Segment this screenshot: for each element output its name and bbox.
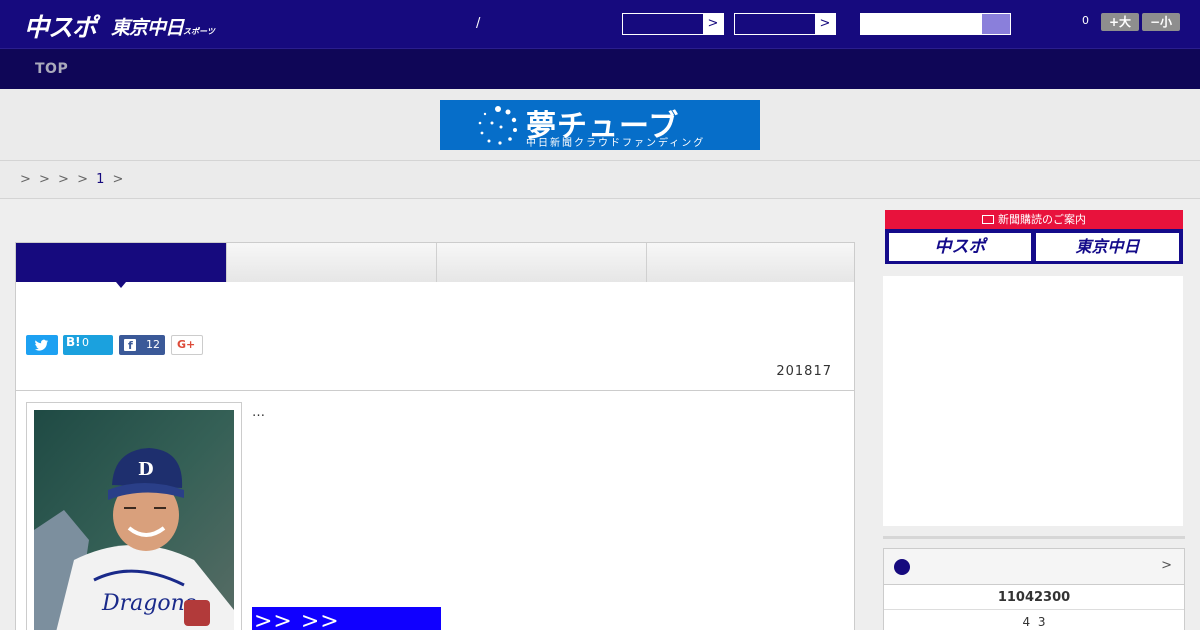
chevron-right-icon: > [703, 14, 723, 34]
article-photo-frame: Dragons D [26, 402, 242, 630]
tab-3[interactable] [436, 243, 646, 282]
score-row[interactable]: 11042300 [884, 586, 1184, 610]
subscribe-tokyo-button[interactable]: 東京中日 [1036, 233, 1179, 261]
global-nav: TOP [0, 48, 1200, 89]
svg-text:Dragons: Dragons [101, 591, 196, 616]
facebook-count: 12 [146, 338, 160, 351]
divider [0, 160, 1200, 161]
site-header: 中スポ 東京中日スポーツ / > > 0 +大 −小 [0, 0, 1200, 48]
article-date: 201817 [776, 364, 832, 379]
chevron-right-icon: > [1161, 558, 1172, 573]
breadcrumb-trail: > [112, 172, 124, 187]
baseball-icon [894, 559, 910, 575]
font-size-decrease-button[interactable]: −小 [1142, 13, 1180, 31]
tab-4[interactable] [646, 243, 854, 282]
facebook-icon: f [124, 339, 136, 352]
article-ellipsis: … [252, 405, 265, 420]
tab-1[interactable] [16, 243, 226, 288]
breadcrumb-current[interactable]: 1 [96, 172, 104, 187]
breadcrumb-separators[interactable]: > > > > [20, 172, 88, 187]
article-card: B! 0 f 12 G+ 201817 Dragons D … >> >> [15, 242, 855, 630]
dots-circle-icon [478, 106, 517, 145]
tokyo-chunichi-logo[interactable]: 東京中日スポーツ [111, 13, 215, 40]
divider [16, 390, 854, 391]
header-select-1[interactable]: > [622, 13, 724, 35]
chevron-right-icon: > [815, 14, 835, 34]
article-tabs [16, 243, 854, 288]
font-size-increase-button[interactable]: +大 [1101, 13, 1139, 31]
banner-subtitle: 中日新聞クラウドファンディング [526, 138, 706, 149]
scores-panel: > 11042300 4 3 [883, 548, 1185, 630]
scores-header[interactable]: > [884, 549, 1184, 585]
subscription-panel: 新聞購読のご案内 中スポ 東京中日 [885, 210, 1183, 264]
yume-tube-banner[interactable]: 夢チューブ 中日新聞クラウドファンディング [440, 100, 760, 150]
score-row[interactable]: 4 3 [884, 615, 1184, 629]
tab-2[interactable] [226, 243, 436, 282]
divider [883, 536, 1185, 539]
search-box [860, 13, 1011, 35]
twitter-icon [35, 339, 49, 351]
google-plus-icon: G+ [177, 338, 196, 351]
article-photo[interactable]: Dragons D [34, 410, 234, 630]
nav-item-top[interactable]: TOP [35, 61, 68, 77]
search-input[interactable] [861, 14, 983, 34]
subscribe-chuspo-button[interactable]: 中スポ [889, 233, 1031, 261]
read-more-button[interactable]: >> >> [252, 607, 441, 630]
tokyo-logo-sub: スポーツ [183, 27, 215, 36]
facebook-share-button[interactable]: f 12 [119, 335, 165, 355]
font-size-level: 0 [1082, 14, 1089, 27]
tokyo-logo-main: 東京中日 [111, 17, 184, 39]
twitter-share-button[interactable] [26, 335, 58, 355]
svg-text:D: D [138, 459, 154, 480]
newspaper-icon [982, 215, 994, 224]
subscription-title-text: 新聞購読のご案内 [998, 213, 1086, 226]
hatena-count: 0 [82, 336, 89, 349]
header-divider: / [476, 16, 481, 31]
breadcrumb: > > > > 1 > [20, 172, 123, 187]
hatena-bookmark-button[interactable]: B! 0 [63, 335, 113, 355]
sidebar-ad[interactable] [883, 276, 1183, 526]
header-select-2[interactable]: > [734, 13, 836, 35]
chuspo-logo[interactable]: 中スポ [24, 8, 97, 44]
subscription-title[interactable]: 新聞購読のご案内 [885, 210, 1183, 229]
search-button[interactable] [982, 14, 1010, 34]
baseball-manager-photo: Dragons D [34, 410, 234, 630]
hatena-label: B! [66, 335, 81, 349]
google-plus-share-button[interactable]: G+ [171, 335, 203, 355]
